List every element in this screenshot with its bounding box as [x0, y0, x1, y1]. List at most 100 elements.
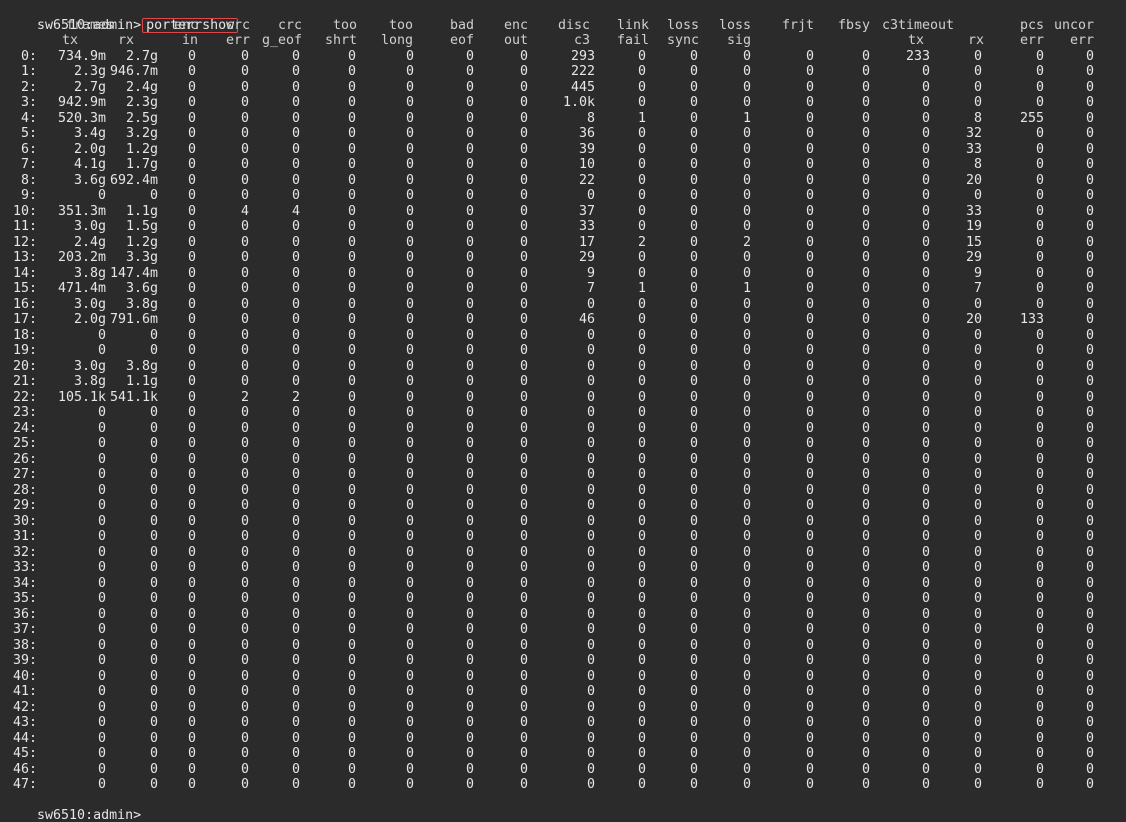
too-long-cell: 0 [405, 343, 414, 358]
crc-err-cell: 0 [240, 653, 249, 668]
disc-c3-cell: 0 [586, 653, 595, 668]
crc-err-cell: 0 [240, 234, 249, 250]
frjt-cell: 0 [805, 761, 814, 777]
fbsy-cell: 0 [861, 622, 870, 637]
header-cell: err [1069, 33, 1094, 48]
loss-sig-cell: 0 [742, 622, 751, 637]
bad-eof-cell: 0 [465, 110, 474, 126]
too-shrt-cell: 0 [347, 265, 356, 281]
frjt-cell: 0 [805, 250, 814, 265]
bad-eof-cell: 0 [465, 653, 474, 668]
uncor-err-cell: 0 [1085, 296, 1094, 312]
too-long-cell: 0 [405, 544, 414, 560]
uncor-err-cell: 0 [1085, 95, 1094, 110]
uncor-err-cell: 0 [1085, 668, 1094, 684]
crc-err-cell: 0 [240, 188, 249, 203]
disc-c3-cell: 0 [586, 482, 595, 498]
frames-tx-cell: 0 [97, 436, 106, 451]
table-row: 19: 0 0 0 0 0 0 0 0 0 0 0 0 0 0 0 0 0 0 0 [0, 343, 1126, 359]
crc-g-eof-cell: 0 [291, 343, 300, 358]
enc-in-cell: 0 [187, 622, 196, 637]
link-fail-cell: 0 [637, 715, 646, 730]
header-cell: link [616, 17, 649, 33]
uncor-err-cell: 0 [1085, 203, 1094, 219]
fbsy-cell: 0 [861, 451, 870, 467]
crc-g-eof-cell: 0 [291, 64, 300, 79]
crc-err-cell: 0 [240, 715, 249, 730]
port-number: 46: [12, 761, 37, 777]
frames-rx-cell: 3.3g [125, 250, 158, 265]
frjt-cell: 0 [805, 110, 814, 126]
loss-sync-cell: 0 [689, 265, 698, 281]
crc-err-cell: 0 [240, 746, 249, 761]
uncor-err-cell: 0 [1085, 777, 1094, 792]
frames-tx-cell: 0 [97, 777, 106, 792]
c3timeout-tx-cell: 0 [921, 622, 930, 637]
frames-rx-cell: 0 [149, 327, 158, 343]
link-fail-cell: 0 [637, 420, 646, 436]
loss-sync-cell: 0 [689, 498, 698, 513]
bad-eof-cell: 0 [465, 141, 474, 157]
table-row: 24: 0 0 0 0 0 0 0 0 0 0 0 0 0 0 0 0 0 0 0 [0, 421, 1126, 437]
port-number: 23: [12, 405, 37, 420]
c3timeout-rx-cell: 29 [965, 250, 982, 265]
header-row-2: tx rx in err g_eof shrt long eof out c3 fail sync si… [0, 33, 1126, 49]
c3timeout-rx-cell: 0 [973, 436, 982, 451]
frames-tx-cell: 351.3m [57, 203, 106, 219]
frames-rx-cell: 2.7g [125, 48, 158, 64]
crc-g-eof-cell: 0 [291, 48, 300, 64]
frjt-cell: 0 [805, 327, 814, 343]
frjt-cell: 0 [805, 281, 814, 296]
frames-rx-cell: 0 [149, 513, 158, 529]
frjt-cell: 0 [805, 203, 814, 219]
disc-c3-cell: 0 [586, 699, 595, 715]
c3timeout-rx-cell: 0 [973, 343, 982, 358]
loss-sync-cell: 0 [689, 467, 698, 482]
loss-sync-cell: 0 [689, 513, 698, 529]
too-shrt-cell: 0 [347, 761, 356, 777]
loss-sig-cell: 0 [742, 48, 751, 64]
c3timeout-rx-cell: 0 [973, 761, 982, 777]
crc-err-cell: 0 [240, 420, 249, 436]
pcs-err-cell: 0 [1035, 482, 1044, 498]
enc-out-cell: 0 [519, 126, 528, 141]
header-cell: tx [61, 33, 78, 48]
loss-sig-cell: 0 [742, 296, 751, 312]
table-row: 39: 0 0 0 0 0 0 0 0 0 0 0 0 0 0 0 0 0 0 0 [0, 653, 1126, 669]
loss-sig-cell: 0 [742, 482, 751, 498]
crc-err-cell: 0 [240, 265, 249, 281]
bad-eof-cell: 0 [465, 591, 474, 606]
too-long-cell: 0 [405, 622, 414, 637]
frames-rx-cell: 1.5g [125, 219, 158, 234]
frjt-cell: 0 [805, 296, 814, 312]
terminal-window[interactable]: sw6510:admin> porterrshow frames enc crc crc… [0, 0, 1126, 822]
c3timeout-tx-cell: 0 [921, 405, 930, 420]
port-number: 39: [12, 653, 37, 668]
loss-sync-cell: 0 [689, 730, 698, 746]
frjt-cell: 0 [805, 188, 814, 203]
pcs-err-cell: 0 [1035, 405, 1044, 420]
crc-err-cell: 0 [240, 436, 249, 451]
pcs-err-cell: 0 [1035, 219, 1044, 234]
crc-err-cell: 0 [240, 730, 249, 746]
frjt-cell: 0 [805, 730, 814, 746]
enc-in-cell: 0 [187, 637, 196, 653]
link-fail-cell: 0 [637, 95, 646, 110]
loss-sync-cell: 0 [689, 420, 698, 436]
crc-g-eof-cell: 0 [291, 467, 300, 482]
c3timeout-tx-cell: 0 [921, 668, 930, 684]
too-long-cell: 0 [405, 637, 414, 653]
pcs-err-cell: 0 [1035, 281, 1044, 296]
crc-g-eof-cell: 0 [291, 250, 300, 265]
uncor-err-cell: 0 [1085, 389, 1094, 405]
port-number: 10: [12, 203, 37, 219]
c3timeout-tx-cell: 0 [921, 467, 930, 482]
frames-tx-cell: 2.0g [73, 312, 106, 327]
link-fail-cell: 0 [637, 560, 646, 575]
disc-c3-cell: 46 [578, 312, 595, 327]
frames-rx-cell: 0 [149, 188, 158, 203]
c3timeout-tx-cell: 0 [921, 637, 930, 653]
frames-rx-cell: 3.8g [125, 358, 158, 374]
c3timeout-rx-cell: 0 [973, 513, 982, 529]
frames-tx-cell: 0 [97, 637, 106, 653]
